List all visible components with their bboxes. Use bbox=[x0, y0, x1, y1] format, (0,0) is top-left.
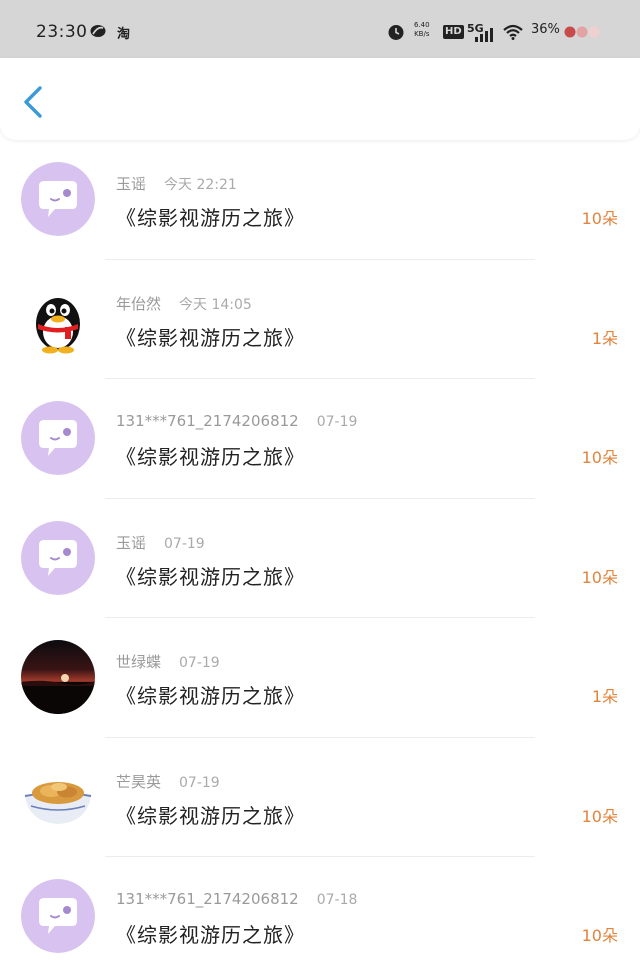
book-title: 《综影视游历之旅》 bbox=[116, 206, 305, 230]
sunset-photo-avatar[interactable] bbox=[21, 640, 95, 714]
sender-info: 年佁然 今天 14:05 bbox=[116, 293, 252, 314]
status-time: 23:30 bbox=[36, 22, 88, 42]
book-title: 《综影视游历之旅》 bbox=[116, 564, 305, 589]
gift-record-list: 玉谣 今天 22:21 《综影视游历之旅》 10朵 年佁然 今天 14:05 《… bbox=[0, 140, 640, 977]
sender-info: 玉谣 今天 22:21 bbox=[116, 173, 237, 194]
book-title: 《综影视游历之旅》 bbox=[116, 923, 305, 947]
sent-date: 07-18 bbox=[316, 892, 358, 908]
list-item[interactable]: 131***761_2174206812 07-18 《综影视游历之旅》 10朵 bbox=[0, 857, 640, 977]
sender-name: 玉谣 bbox=[116, 175, 147, 193]
list-item[interactable]: 年佁然 今天 14:05 《综影视游历之旅》 1朵 bbox=[0, 260, 640, 379]
sender-name: 131***761_2174206812 bbox=[116, 890, 299, 908]
flower-count: 10朵 bbox=[581, 448, 618, 467]
sender-info: 131***761_2174206812 07-19 bbox=[116, 412, 357, 430]
sender-name: 芒昊英 bbox=[116, 772, 162, 791]
flower-count: 1朵 bbox=[591, 328, 618, 348]
flower-count: 10朵 bbox=[581, 806, 618, 826]
sent-date: 今天 22:21 bbox=[164, 177, 237, 193]
network-speed: 6.40 KB/s bbox=[414, 21, 430, 38]
battery-level: 36% bbox=[531, 22, 560, 37]
book-title: 《综影视游历之旅》 bbox=[116, 445, 305, 469]
sender-name: 玉谣 bbox=[116, 533, 147, 552]
sent-date: 07-19 bbox=[164, 535, 205, 552]
wifi-icon bbox=[503, 24, 523, 40]
sent-date: 07-19 bbox=[179, 774, 220, 791]
flower-count: 1朵 bbox=[591, 687, 618, 706]
hd-badge: HD bbox=[443, 25, 464, 39]
status-bar: 23:30 淘 6.40 KB/s HD 5G 36% bbox=[0, 0, 640, 58]
sent-date: 07-19 bbox=[179, 655, 220, 671]
list-item[interactable]: 世绿蝶 07-19 《综影视游历之旅》 1朵 bbox=[0, 618, 640, 738]
sender-name: 131***761_2174206812 bbox=[116, 412, 299, 430]
alarm-icon bbox=[388, 25, 404, 40]
default-chat-avatar[interactable] bbox=[21, 879, 95, 953]
sender-name: 年佁然 bbox=[116, 294, 162, 313]
taobao-notification-icon: 淘 bbox=[117, 27, 131, 42]
food-bowl-avatar[interactable] bbox=[21, 759, 95, 834]
flower-count: 10朵 bbox=[581, 209, 618, 228]
book-title: 《综影视游历之旅》 bbox=[116, 325, 305, 350]
flower-count: 10朵 bbox=[581, 926, 618, 945]
default-chat-avatar[interactable] bbox=[21, 520, 95, 595]
back-chevron-icon[interactable] bbox=[18, 84, 48, 120]
sender-name: 世绿蝶 bbox=[116, 653, 162, 671]
sender-info: 玉谣 07-19 bbox=[116, 532, 205, 553]
top-nav-bar bbox=[0, 58, 640, 140]
sent-date: 07-19 bbox=[316, 414, 358, 430]
app-notification-icon bbox=[90, 25, 106, 37]
sender-info: 131***761_2174206812 07-18 bbox=[116, 890, 357, 908]
qq-penguin-avatar[interactable] bbox=[21, 281, 95, 356]
list-item[interactable]: 131***761_2174206812 07-19 《综影视游历之旅》 10朵 bbox=[0, 379, 640, 499]
flower-count: 10朵 bbox=[581, 567, 618, 587]
default-chat-avatar[interactable] bbox=[21, 162, 95, 236]
sticker-icons bbox=[564, 26, 600, 38]
default-chat-avatar[interactable] bbox=[21, 401, 95, 475]
signal-icon bbox=[475, 28, 493, 42]
book-title: 《综影视游历之旅》 bbox=[116, 684, 305, 708]
list-item[interactable]: 玉谣 今天 22:21 《综影视游历之旅》 10朵 bbox=[0, 140, 640, 260]
sender-info: 芒昊英 07-19 bbox=[116, 771, 220, 792]
sent-date: 今天 14:05 bbox=[179, 296, 252, 313]
list-item[interactable]: 玉谣 07-19 《综影视游历之旅》 10朵 bbox=[0, 499, 640, 618]
list-item[interactable]: 芒昊英 07-19 《综影视游历之旅》 10朵 bbox=[0, 738, 640, 857]
book-title: 《综影视游历之旅》 bbox=[116, 803, 305, 828]
sender-info: 世绿蝶 07-19 bbox=[116, 651, 220, 672]
